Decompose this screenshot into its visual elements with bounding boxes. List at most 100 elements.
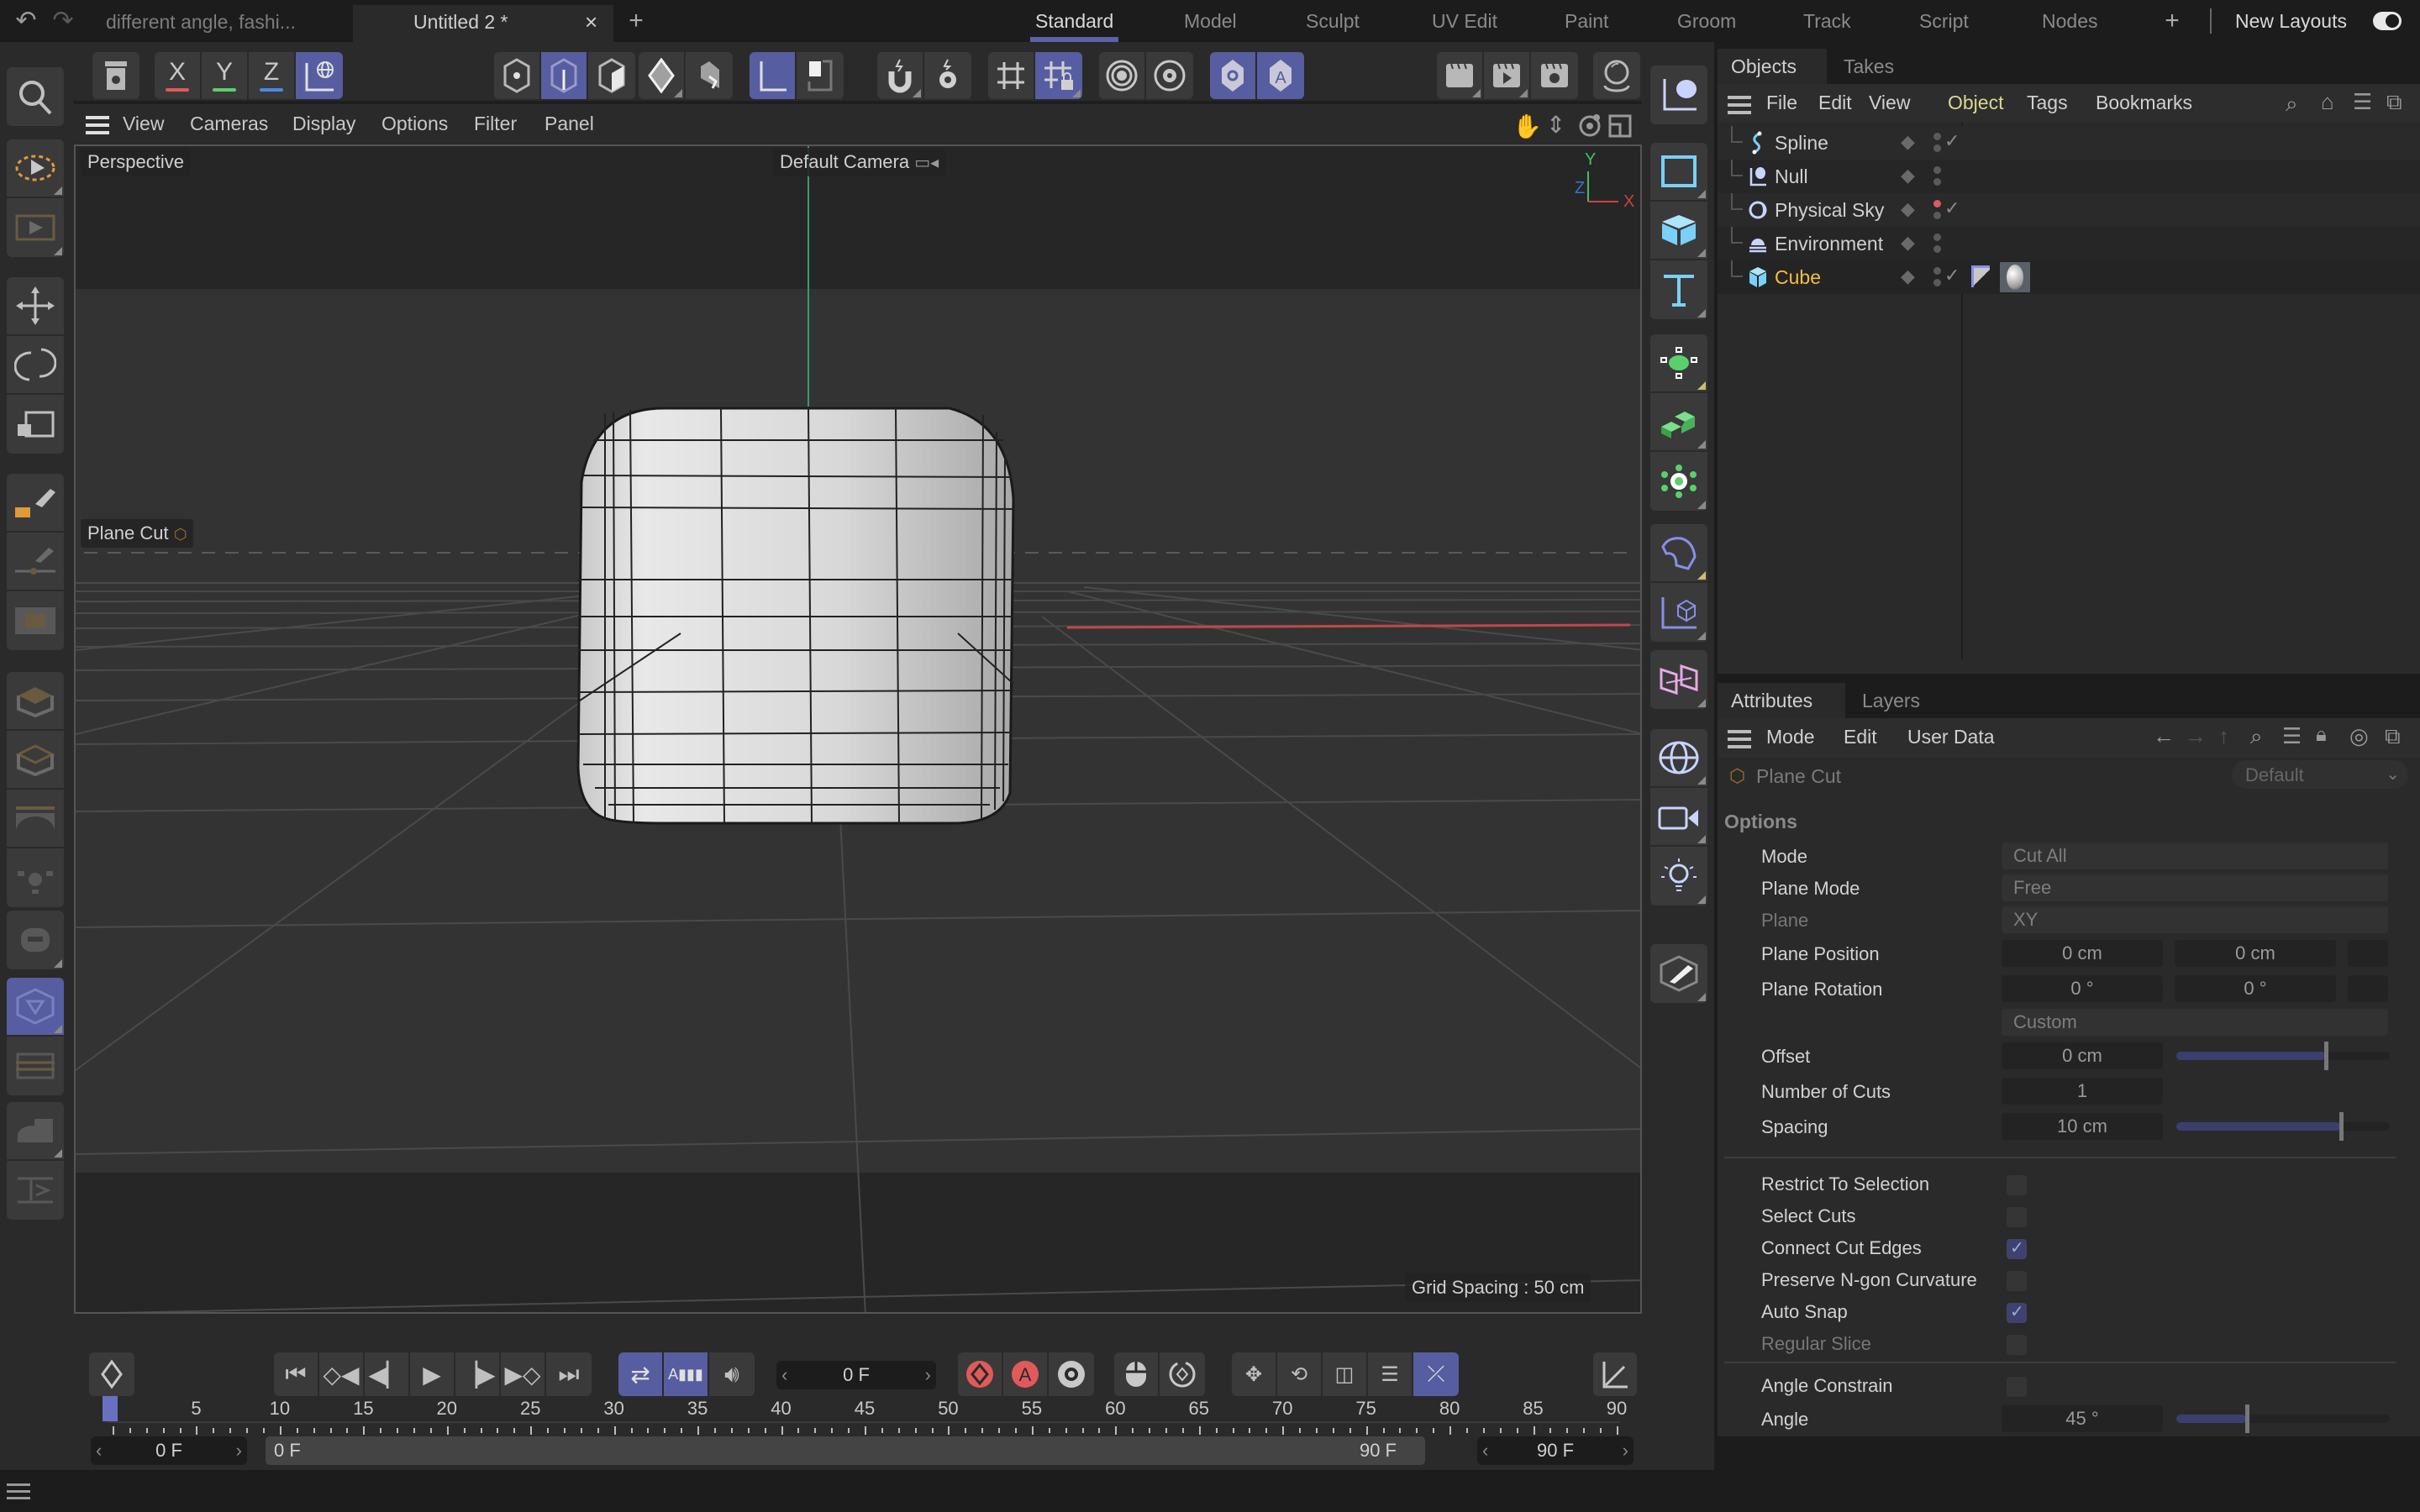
snapping-button[interactable] xyxy=(877,52,924,99)
key-point-level-button[interactable]: ⤫ xyxy=(1413,1352,1459,1396)
iron-tool[interactable] xyxy=(7,1102,64,1161)
object-name[interactable]: Environment xyxy=(1775,233,1883,255)
tab-takes[interactable]: Takes xyxy=(1830,49,1907,84)
spacing-slider-knob[interactable] xyxy=(2338,1112,2344,1141)
lock-icon[interactable]: 🔒︎ xyxy=(2316,723,2327,747)
render-visibility-dot[interactable] xyxy=(1933,245,1941,253)
layout-tab-sculpt[interactable]: Sculpt xyxy=(1306,5,1360,42)
move-tool[interactable] xyxy=(7,277,64,336)
objects-menu-view[interactable]: View xyxy=(1869,92,1910,114)
add-tab-icon[interactable]: + xyxy=(623,8,649,34)
filter-icon[interactable]: ☰ xyxy=(2282,723,2302,749)
object-name[interactable]: Physical Sky xyxy=(1775,199,1884,222)
model-mode-button[interactable] xyxy=(639,52,686,99)
viewport-menu-display[interactable]: Display xyxy=(292,113,355,135)
plane-position-x-field[interactable]: 0 cm xyxy=(2002,940,2163,967)
viewport-menu-panel[interactable]: Panel xyxy=(544,113,594,135)
go-to-end-button[interactable]: ⏭ xyxy=(546,1352,592,1396)
bridge-tool[interactable] xyxy=(7,790,64,848)
layout-tab-uv-edit[interactable]: UV Edit xyxy=(1432,5,1497,42)
polygon-tool-2[interactable] xyxy=(7,731,64,790)
redo-icon[interactable]: ↷ xyxy=(50,8,76,34)
mesh-deformer-tool[interactable] xyxy=(7,848,64,907)
render-visibility-dot[interactable] xyxy=(1933,279,1941,286)
camera-label[interactable]: Default Camera ▭◂ xyxy=(773,148,946,176)
x-axis-lock-button[interactable]: X xyxy=(155,52,202,99)
create-material-button[interactable] xyxy=(1650,944,1707,1003)
layer-icon[interactable]: ◆ xyxy=(1901,198,1915,220)
auto-mode-button[interactable]: A xyxy=(1257,52,1304,99)
plane-cut-tool[interactable] xyxy=(7,978,64,1037)
slide-tool[interactable] xyxy=(7,1161,64,1220)
live-selection-tool[interactable] xyxy=(7,139,64,198)
go-to-start-button[interactable]: ⏮ xyxy=(274,1352,319,1396)
plane-position-z-field[interactable] xyxy=(2348,940,2388,967)
dolly-arrow-icon[interactable]: ⇕ xyxy=(1546,111,1565,139)
layout-tab-track[interactable]: Track xyxy=(1803,5,1851,42)
decrement-arrow-icon[interactable]: ‹ xyxy=(781,1361,787,1389)
enabled-check-icon[interactable]: ✓ xyxy=(1944,265,1960,286)
previous-frame-button[interactable]: ◀▏ xyxy=(365,1352,410,1396)
object-name[interactable]: Spline xyxy=(1775,132,1828,155)
play-button[interactable]: ▶ xyxy=(410,1352,455,1396)
layout-tab-groom[interactable]: Groom xyxy=(1677,5,1736,42)
playhead[interactable] xyxy=(103,1396,118,1421)
restrict-to-selection-checkbox[interactable] xyxy=(2007,1175,2027,1195)
render-view-button[interactable] xyxy=(1437,52,1484,99)
cube-primitive-button[interactable] xyxy=(1650,202,1707,260)
viewport-menu-cameras[interactable]: Cameras xyxy=(190,113,268,135)
enabled-check-icon[interactable]: ✓ xyxy=(1944,197,1960,219)
next-frame-button[interactable]: ▕▶ xyxy=(455,1352,501,1396)
new-window-icon[interactable]: ⧉ xyxy=(2385,723,2401,750)
viewport-menu-view[interactable]: View xyxy=(123,113,164,135)
orbit-icon[interactable] xyxy=(1578,114,1602,138)
next-key-button[interactable]: ▶◇ xyxy=(501,1352,546,1396)
hamburger-menu-icon[interactable] xyxy=(86,116,109,134)
loop-button[interactable]: ⇄ xyxy=(618,1352,664,1396)
layer-icon[interactable]: ◆ xyxy=(1901,131,1915,153)
polygons-mode-button[interactable] xyxy=(588,52,635,99)
search-button[interactable] xyxy=(7,67,64,126)
spacing-field[interactable]: 10 cm xyxy=(2002,1113,2163,1140)
object-name[interactable]: Null xyxy=(1775,165,1808,188)
edges-mode-button[interactable] xyxy=(541,52,588,99)
end-frame-field[interactable]: ‹ 90 F › xyxy=(1477,1436,1634,1465)
render-visibility-dot[interactable] xyxy=(1933,212,1941,219)
record-active-objects-button[interactable] xyxy=(958,1352,1003,1396)
phong-tag-icon[interactable] xyxy=(1971,265,1990,287)
object-row-physical-sky[interactable]: Physical Sky ◆ ✓ xyxy=(1718,193,2420,227)
plane-rotation-z-field[interactable] xyxy=(2348,975,2388,1002)
scale-tool[interactable] xyxy=(7,395,64,454)
key-position-button[interactable]: ✥ xyxy=(1232,1352,1277,1396)
soft-selection-settings-button[interactable] xyxy=(1146,52,1193,99)
increment-arrow-icon[interactable]: › xyxy=(925,1361,931,1389)
box-selection-tool[interactable] xyxy=(7,198,64,257)
objects-menu-bookmarks[interactable]: Bookmarks xyxy=(2096,92,2192,114)
editor-visibility-dot[interactable] xyxy=(1933,200,1941,207)
offset-field[interactable]: 0 cm xyxy=(2002,1042,2163,1069)
search-icon[interactable]: ⌕ xyxy=(2250,723,2263,750)
bend-deformer-button[interactable] xyxy=(1650,524,1707,583)
preset-dropdown[interactable]: Default ⌄ xyxy=(2232,760,2408,789)
cube-mesh[interactable] xyxy=(576,407,1015,825)
autokeying-button[interactable]: A xyxy=(1003,1352,1049,1396)
objects-menu-file[interactable]: File xyxy=(1766,92,1797,114)
editor-visibility-dot[interactable] xyxy=(1933,234,1941,241)
viewport-3d[interactable]: Perspective Default Camera ▭◂ Plane Cut … xyxy=(74,144,1642,1314)
scene-node-button[interactable] xyxy=(1650,650,1707,709)
decrement-arrow-icon[interactable]: ‹ xyxy=(1482,1436,1488,1465)
tab-objects[interactable]: Objects xyxy=(1718,49,1827,84)
null-object-button[interactable] xyxy=(1650,66,1707,124)
offset-slider[interactable] xyxy=(2176,1042,2390,1070)
keyframe-settings-button[interactable] xyxy=(1049,1352,1094,1396)
objects-menu-edit[interactable]: Edit xyxy=(1818,92,1852,114)
object-row-cube[interactable]: Cube ◆ ✓ xyxy=(1718,260,2420,294)
viewport-menu-filter[interactable]: Filter xyxy=(474,113,517,135)
key-rotation-button[interactable]: ⟲ xyxy=(1277,1352,1323,1396)
frame-ruler[interactable]: 051015202530354045505560657075808590 xyxy=(74,1396,1642,1436)
layout-toggle[interactable] xyxy=(2373,12,2402,30)
maximize-viewport-icon[interactable] xyxy=(1608,114,1632,138)
soft-selection-button[interactable] xyxy=(1099,52,1146,99)
new-layouts-button[interactable]: New Layouts xyxy=(2235,5,2347,42)
current-frame-field[interactable]: ‹ 0 F › xyxy=(776,1361,936,1389)
